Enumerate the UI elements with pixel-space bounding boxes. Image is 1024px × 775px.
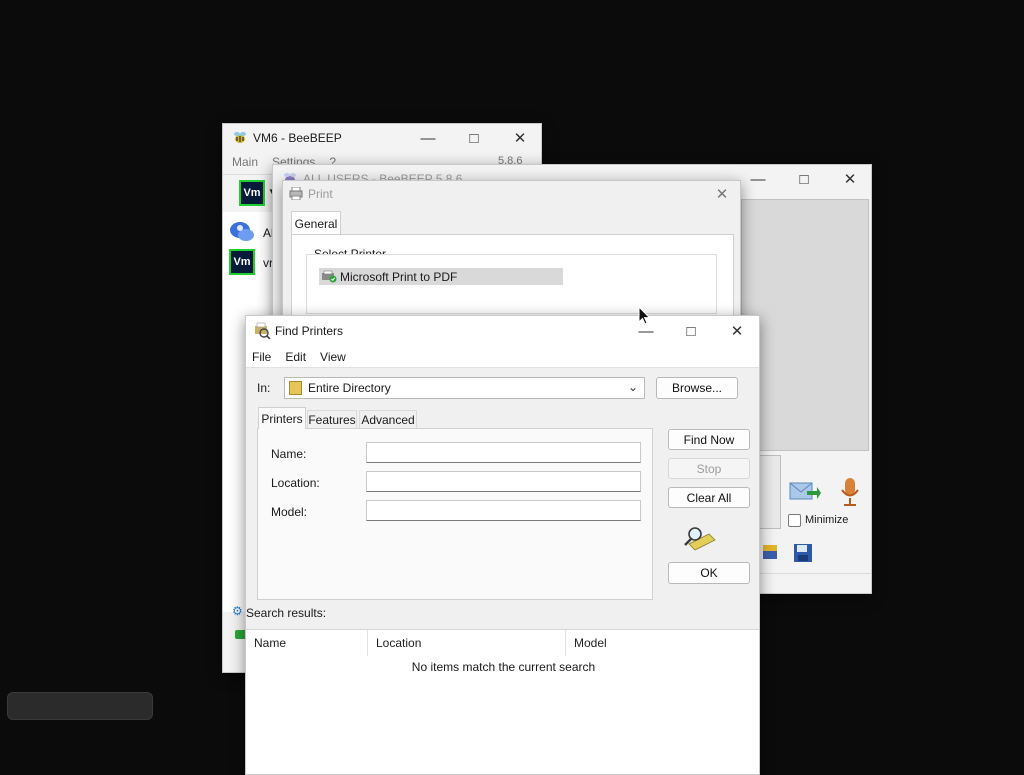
find-printers-titlebar[interactable]: Find Printers — □ ✕ bbox=[246, 316, 759, 346]
in-select-value: Entire Directory bbox=[308, 381, 391, 395]
name-field[interactable] bbox=[366, 442, 641, 463]
find-printers-icon bbox=[253, 322, 271, 340]
maximize-icon[interactable]: □ bbox=[451, 124, 497, 152]
column-header-name-label: Name bbox=[254, 636, 287, 650]
clear-all-label: Clear All bbox=[686, 490, 732, 505]
tab-advanced[interactable]: Advanced bbox=[359, 410, 417, 429]
tab-advanced-label: Advanced bbox=[361, 413, 415, 427]
tab-features-label: Features bbox=[308, 413, 356, 427]
ok-label: OK bbox=[700, 566, 718, 580]
browse-button-label: Browse... bbox=[671, 381, 722, 395]
column-header-model-label: Model bbox=[574, 636, 607, 650]
browse-button[interactable]: Browse... bbox=[656, 377, 738, 399]
chat-bubble-icon bbox=[229, 220, 255, 244]
emoticon-icon[interactable] bbox=[761, 543, 779, 561]
mouse-cursor-icon bbox=[638, 305, 652, 326]
column-header-model[interactable]: Model bbox=[566, 630, 759, 656]
minimize-checkbox[interactable] bbox=[788, 514, 801, 527]
column-header-location[interactable]: Location bbox=[368, 630, 566, 656]
close-icon[interactable]: ✕ bbox=[497, 124, 541, 152]
menu-file[interactable]: File bbox=[252, 350, 271, 364]
search-results-label: Search results: bbox=[246, 606, 327, 620]
tab-general[interactable]: General bbox=[291, 211, 341, 235]
send-mail-icon[interactable] bbox=[789, 479, 821, 505]
user-avatar[interactable]: Vm bbox=[239, 180, 265, 206]
close-icon[interactable]: ✕ bbox=[714, 316, 759, 346]
find-printers-title: Find Printers bbox=[275, 324, 344, 338]
notification-pill[interactable] bbox=[7, 692, 153, 720]
model-field[interactable] bbox=[366, 500, 641, 521]
printer-item-label: Microsoft Print to PDF bbox=[340, 269, 458, 284]
stop-label: Stop bbox=[696, 461, 722, 476]
empty-results-message: No items match the current search bbox=[411, 660, 596, 674]
close-icon[interactable]: ✕ bbox=[827, 165, 871, 193]
maximize-icon[interactable]: □ bbox=[668, 316, 714, 346]
menu-edit[interactable]: Edit bbox=[285, 350, 306, 364]
find-printers-menubar: File Edit View bbox=[246, 346, 759, 368]
microphone-icon[interactable] bbox=[839, 477, 861, 507]
minimize-icon[interactable]: — bbox=[405, 124, 451, 152]
in-label: In: bbox=[257, 381, 271, 395]
beebeep-vm6-titlebar[interactable]: VM6 - BeeBEEP — □ ✕ bbox=[223, 124, 541, 152]
column-header-name[interactable]: Name bbox=[246, 630, 368, 656]
save-icon[interactable] bbox=[793, 543, 813, 563]
stop-button[interactable]: Stop bbox=[668, 458, 750, 479]
in-select[interactable]: Entire Directory ⌄ bbox=[284, 377, 645, 399]
menu-view[interactable]: View bbox=[320, 350, 346, 364]
model-label: Model: bbox=[271, 505, 308, 519]
tab-general-label: General bbox=[294, 216, 338, 231]
tab-features[interactable]: Features bbox=[307, 410, 357, 429]
gear-icon[interactable]: ⚙ bbox=[232, 604, 243, 618]
minimize-icon[interactable]: — bbox=[735, 165, 781, 193]
menu-main[interactable]: Main bbox=[232, 155, 258, 169]
find-now-button[interactable]: Find Now bbox=[668, 429, 750, 450]
bee-icon bbox=[232, 131, 248, 145]
location-label: Location: bbox=[271, 476, 320, 490]
user-avatar: Vm bbox=[229, 249, 255, 275]
name-label: Name: bbox=[271, 447, 307, 461]
location-field[interactable] bbox=[366, 471, 641, 492]
printer-item-pdf[interactable]: Microsoft Print to PDF bbox=[319, 268, 563, 285]
find-printers-dialog: Find Printers — □ ✕ File Edit View In: E… bbox=[245, 315, 760, 775]
printers-tab-panel: Name: Location: Model: bbox=[257, 428, 653, 600]
ok-button[interactable]: OK bbox=[668, 562, 750, 584]
results-list[interactable]: Name Location Model No items match the c… bbox=[246, 629, 759, 774]
magnifier-icon bbox=[683, 524, 717, 552]
chevron-down-icon: ⌄ bbox=[627, 380, 638, 394]
maximize-icon[interactable]: □ bbox=[781, 165, 827, 193]
print-title: Print bbox=[308, 187, 333, 201]
chat-area bbox=[741, 199, 869, 451]
find-now-label: Find Now bbox=[683, 432, 735, 447]
print-titlebar[interactable]: Print ✕ bbox=[283, 181, 740, 207]
close-icon[interactable]: ✕ bbox=[704, 181, 740, 207]
clear-all-button[interactable]: Clear All bbox=[668, 487, 750, 508]
column-header-location-label: Location bbox=[376, 636, 422, 650]
minimize-checkbox-label: Minimize bbox=[805, 514, 849, 526]
directory-icon bbox=[289, 381, 302, 395]
beebeep-vm6-title: VM6 - BeeBEEP bbox=[253, 131, 342, 145]
printer-icon bbox=[321, 270, 337, 283]
tab-printers-label: Printers bbox=[261, 411, 303, 426]
printer-icon bbox=[289, 186, 303, 201]
tab-printers[interactable]: Printers bbox=[258, 407, 306, 429]
